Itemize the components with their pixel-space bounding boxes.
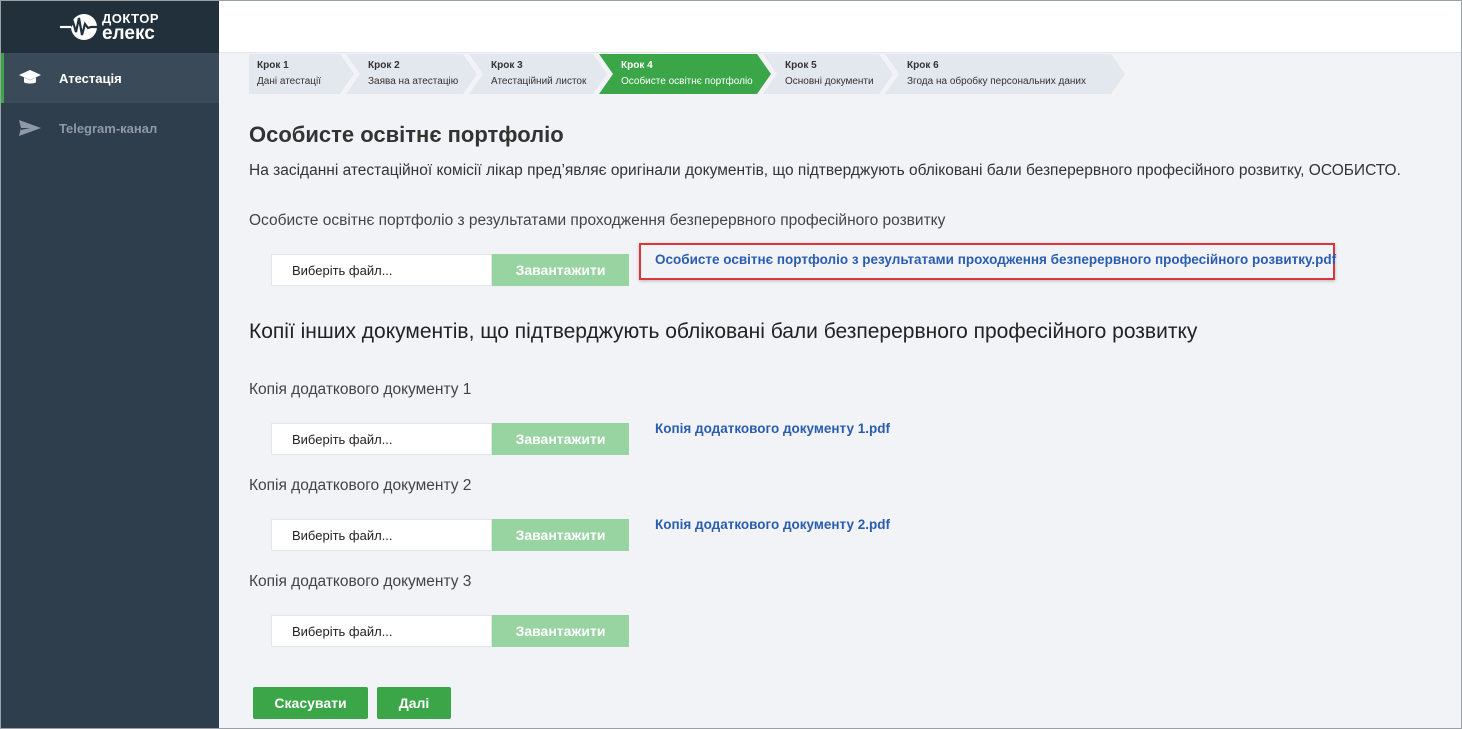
doc2-label: Копія додаткового документу 2 [249,477,472,494]
portfolio-upload-button[interactable]: Завантажити [492,254,629,286]
top-bar [219,0,1462,53]
doc3-upload-button[interactable]: Завантажити [492,615,629,647]
step-4[interactable]: Крок 4 Особисте освітнє портфоліо [599,54,771,94]
step-6[interactable]: Крок 6 Згода на обробку персональних дан… [885,54,1125,94]
step-number: Крок 1 [257,60,289,71]
step-number: Крок 3 [491,60,523,71]
logo-heartbeat-icon [59,13,98,40]
doc2-file-link[interactable]: Копія додаткового документу 2.pdf [655,517,890,532]
portfolio-file-input[interactable]: Виберіть файл... [271,254,492,286]
stepper: Крок 1 Дані атестації Крок 2 Заява на ат… [249,54,1117,94]
step-number: Крок 5 [785,60,817,71]
paper-plane-icon [18,118,42,138]
sidebar-item-label: Атестація [59,70,122,86]
step-label: Атестаційний листок [491,76,587,87]
doc1-file-input[interactable]: Виберіть файл... [271,423,492,455]
doc3-file-input[interactable]: Виберіть файл... [271,615,492,647]
step-5[interactable]: Крок 5 Основні документи [763,54,893,94]
copies-section-title: Копії інших документів, що підтверджують… [249,320,1198,343]
logo-line2: елекс [101,22,155,44]
doc3-label: Копія додаткового документу 3 [249,573,472,590]
portfolio-file-link[interactable]: Особисте освітнє портфоліо з результатам… [655,252,1336,267]
logo[interactable]: ДОКТОР елекс [59,11,159,44]
step-number: Крок 2 [368,60,400,71]
step-3[interactable]: Крок 3 Атестаційний листок [469,54,607,94]
step-label: Особисте освітнє портфоліо [621,76,753,87]
portfolio-upload: Виберіть файл... Завантажити [271,254,629,286]
page-title: Особисте освітнє портфоліо [249,122,564,147]
doc1-label: Копія додаткового документу 1 [249,381,472,398]
graduation-cap-icon [18,68,42,88]
intro-text: На засіданні атестаційної комісії лікар … [249,162,1401,179]
logo-text: ДОКТОР елекс [101,11,159,44]
sidebar-item-label: Telegram-канал [59,120,158,136]
doc1-upload-button[interactable]: Завантажити [492,423,629,455]
step-label: Основні документи [785,76,874,87]
step-2[interactable]: Крок 2 Заява на атестацію [346,54,477,94]
doc2-upload: Виберіть файл... Завантажити [271,519,629,551]
step-number: Крок 4 [621,60,653,71]
doc3-upload: Виберіть файл... Завантажити [271,615,629,647]
sidebar-item-attestation[interactable]: Атестація [0,53,219,103]
sidebar-item-telegram[interactable]: Telegram-канал [0,103,219,153]
doc2-file-input[interactable]: Виберіть файл... [271,519,492,551]
step-label: Дані атестації [257,76,321,87]
step-label: Заява на атестацію [368,76,459,87]
doc2-upload-button[interactable]: Завантажити [492,519,629,551]
portfolio-label: Особисте освітнє портфоліо з результатам… [249,212,946,229]
logo-area: ДОКТОР елекс [0,0,219,53]
step-label: Згода на обробку персональних даних [907,76,1086,87]
doc1-upload: Виберіть файл... Завантажити [271,423,629,455]
next-button[interactable]: Далі [377,687,451,719]
doc1-file-link[interactable]: Копія додаткового документу 1.pdf [655,421,890,436]
sidebar: ДОКТОР елекс Атестація Telegram-канал [0,0,219,729]
cancel-button[interactable]: Скасувати [253,687,368,719]
step-1[interactable]: Крок 1 Дані атестації [249,54,354,94]
step-number: Крок 6 [907,60,939,71]
window-border [0,0,1462,729]
